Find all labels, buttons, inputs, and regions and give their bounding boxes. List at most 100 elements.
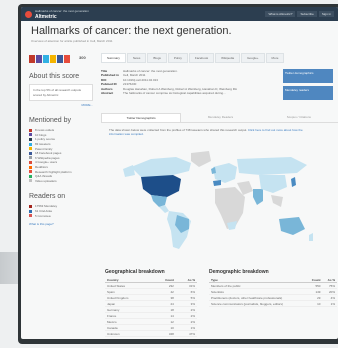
map-russia (237, 157, 307, 175)
sign-in-button[interactable]: Sign in (318, 11, 334, 17)
legend-swatch (29, 165, 32, 169)
legend-label: 8 news outlets (35, 128, 55, 133)
geo-heading: Geographical breakdown (105, 269, 165, 275)
tab-news[interactable]: News (126, 53, 147, 63)
legend-swatch (29, 174, 32, 178)
map-alaska (123, 165, 135, 177)
map-india (253, 189, 263, 205)
map-spain (213, 180, 221, 186)
legend-label: 17563 Mendeley (35, 204, 58, 209)
map-greenland (191, 151, 211, 167)
legend-swatch (29, 151, 32, 155)
legend-label: 4 Google+ users (35, 160, 58, 165)
table-cell: 1% (322, 300, 337, 307)
geo-table: Country Count As % United States 232 31% Spain… (105, 277, 197, 337)
map-japan (291, 177, 296, 187)
page-subtitle: Overview of attention for article publis… (31, 39, 113, 43)
device-frame: Hallmarks of cancer: the next generation… (18, 4, 338, 344)
map-europe (213, 163, 237, 183)
about-score-heading: About this score (29, 73, 80, 80)
primary-action-button[interactable]: Twitter demographics (283, 69, 333, 83)
table-cell: Unknown (105, 330, 153, 337)
readers-heading: Readers on (29, 193, 66, 201)
legend-swatch (29, 137, 32, 141)
subtab-scopus-citations[interactable]: Scopus / Citations (260, 113, 338, 122)
tab-wikipedia[interactable]: Wikipedia (215, 53, 241, 63)
table-cell: 348 (152, 330, 176, 337)
more-link[interactable]: MORE... (29, 103, 93, 107)
legend-label: Patent family (35, 146, 53, 151)
what-is-this-page-link[interactable]: What is this page? (29, 222, 93, 226)
sub-tabs: Twitter Demographics Mendeley Readers Scop… (101, 113, 338, 123)
breadcrumb[interactable]: Hallmarks of cancer: the next generation (35, 9, 89, 13)
meta-key: Abstract (101, 90, 114, 95)
article-metadata: Title Hallmarks of cancer: the next gener… (101, 69, 338, 111)
legend-swatch (29, 179, 32, 183)
subtab-mendeley-readers[interactable]: Mendeley Readers (181, 113, 259, 122)
mentioned-by-heading: Mentioned by (29, 117, 72, 124)
legend-label: 61 CiteULike (35, 209, 53, 214)
legend-label: 83 tweeters (35, 142, 51, 147)
legend-swatch (29, 204, 32, 208)
table-row[interactable]: Science communicators (journalists, blog… (209, 300, 337, 307)
map-canada (131, 157, 191, 177)
breakdown-tables: Geographical breakdown Country Count As % U… (105, 269, 337, 337)
world-map (123, 151, 313, 249)
sidebar: 300 About this score In the top 5% of al… (29, 55, 93, 226)
altmetric-logo-icon (25, 11, 32, 18)
map-australia (279, 217, 305, 235)
legend-label: Video uploaders (35, 178, 57, 183)
legend-item[interactable]: Video uploaders (29, 179, 93, 184)
top-bar: Hallmarks of cancer: the next generation… (21, 7, 338, 21)
what-is-altmetric-button[interactable]: What is Altmetric? (265, 11, 296, 17)
readers-list: 17563 Mendeley 61 CiteULike 5 Connotea (29, 204, 93, 218)
table-cell: 47% (175, 330, 197, 337)
legend-swatch (29, 156, 32, 160)
legend-swatch (29, 133, 32, 137)
main-content: Summary News Blogs Policy Facebook Wikipedia G… (101, 53, 338, 136)
main-tabs: Summary News Blogs Policy Facebook Wikipedia G… (101, 53, 338, 63)
legend-swatch (29, 147, 32, 151)
tab-facebook[interactable]: Facebook (188, 53, 215, 63)
tab-more[interactable]: More (265, 53, 285, 63)
map-new-zealand (309, 233, 313, 241)
altmetric-score: 300 (79, 55, 86, 60)
tab-policy[interactable]: Policy (167, 53, 188, 63)
legend-label: 18 Facebook pages (35, 151, 62, 156)
demo-table: Type Count As % Members of the public 550 75%… (209, 277, 337, 307)
brand-name[interactable]: Altmetric (35, 14, 57, 20)
subtab-twitter-demographics[interactable]: Twitter Demographics (101, 113, 182, 122)
table-cell: 10 (306, 300, 323, 307)
legend-swatch (29, 214, 32, 218)
legend-label: 6 Wikipedia pages (35, 155, 60, 160)
screen: Hallmarks of cancer: the next generation… (21, 7, 338, 339)
mentioned-by-list: 8 news outlets 10 blogs 1 policy source 83 … (29, 128, 93, 183)
page-title: Hallmarks of cancer: the next generation… (31, 25, 232, 37)
map-china (259, 175, 287, 193)
table-cell: Science communicators (journalists, blog… (209, 300, 307, 307)
legend-swatch (29, 142, 32, 146)
subscribe-button[interactable]: Subscribe (297, 11, 317, 17)
secondary-action-button[interactable]: Mendeley readers (283, 86, 333, 100)
legend-item[interactable]: 5 Connotea (29, 213, 93, 218)
about-score-text: In the top 5% of all research outputs sc… (29, 84, 93, 101)
demo-heading: Demographic breakdown (209, 269, 269, 275)
intro-text: The data shown below were collected from… (109, 128, 309, 136)
legend-swatch (29, 128, 32, 132)
legend-label: Redditors (35, 165, 48, 170)
tab-google-[interactable]: Google+ (241, 53, 265, 63)
legend-swatch (29, 160, 32, 164)
map-southeast-asia (271, 195, 283, 207)
legend-label: Research highlight platform (35, 169, 72, 174)
legend-label: 10 blogs (35, 132, 47, 137)
tab-summary[interactable]: Summary (101, 53, 126, 63)
map-usa (141, 175, 181, 197)
legend-label: Q&A threads (35, 174, 53, 179)
legend-swatch (29, 209, 32, 213)
legend-swatch (29, 170, 32, 174)
meta-value: The hallmarks of cancer comprise six bio… (123, 90, 226, 95)
legend-label: 1 policy source (35, 137, 56, 142)
legend-label: 5 Connotea (35, 213, 51, 218)
table-row[interactable]: Unknown 348 47% (105, 330, 197, 337)
tab-blogs[interactable]: Blogs (147, 53, 167, 63)
